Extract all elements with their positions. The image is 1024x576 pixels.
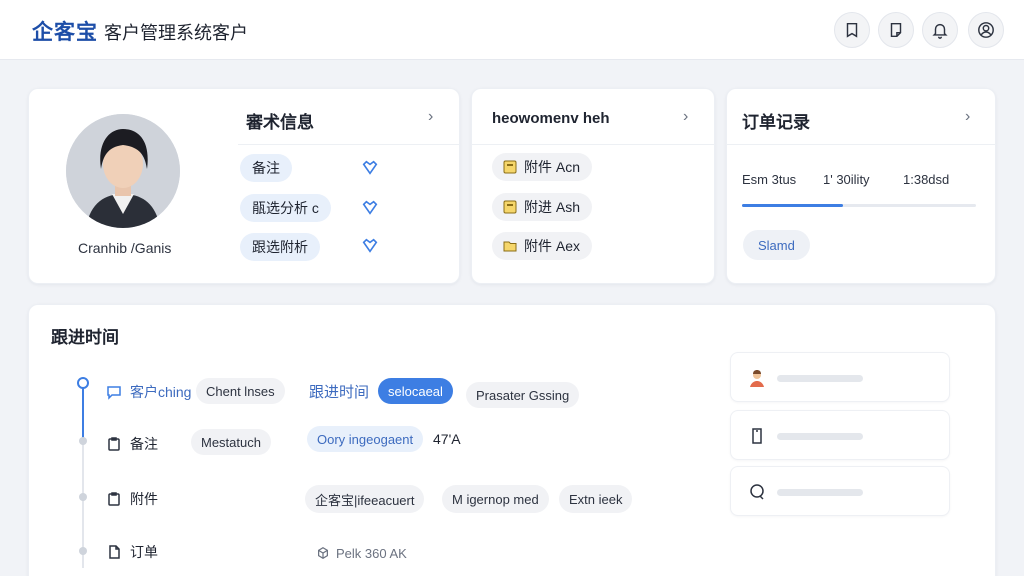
order-progress-bar (742, 204, 976, 207)
timeline-chip[interactable]: Prasater Gssing (466, 382, 580, 408)
order-card-title: 订单记录 (742, 113, 810, 132)
avatar (66, 114, 180, 228)
app-title: 客户管理系统客户 (104, 23, 248, 43)
timeline-item[interactable]: 企客宝|ifeeacuert (305, 485, 425, 513)
chat-icon (107, 386, 121, 400)
tag-note[interactable]: 备注 (240, 154, 292, 182)
box-icon (318, 547, 328, 559)
tag-analysis[interactable]: 瓹选分析 c (240, 194, 331, 222)
timeline-info-chip[interactable]: Oory ingeogaent (307, 426, 424, 452)
timeline-dot-active (77, 377, 89, 389)
contact-card[interactable] (730, 410, 950, 460)
timeline-dot (79, 493, 87, 501)
timeline-row-label[interactable]: 附件 (106, 489, 158, 509)
heart-icon[interactable] (361, 237, 379, 255)
attachments-card-title: heowomenv heh (492, 110, 610, 127)
user-icon[interactable] (968, 12, 1004, 48)
order-metric: 1:38dsd (903, 172, 950, 187)
heart-icon[interactable] (361, 199, 379, 217)
attachment-label: 附进 Ash (524, 199, 581, 215)
chevron-right-icon[interactable]: › (683, 108, 688, 126)
order-metric: 1' 30ility (823, 172, 870, 187)
order-progress-fill (742, 204, 843, 207)
person-icon (750, 370, 764, 387)
timeline-chip[interactable]: Mestatuch (191, 429, 271, 455)
chevron-right-icon[interactable]: › (965, 108, 970, 126)
timeline-dot (79, 547, 87, 555)
placeholder-bar (777, 433, 863, 440)
clipboard-icon (108, 492, 120, 506)
chevron-right-icon[interactable]: › (428, 108, 433, 126)
attachment-label: 附件 Aex (524, 238, 581, 254)
bell-icon[interactable] (922, 12, 958, 48)
attachment-item[interactable]: 附件 Aex (492, 232, 593, 260)
divider (238, 144, 460, 145)
attachment-item[interactable]: 附进 Ash (492, 193, 593, 221)
customer-name: Cranhib /Ganis (78, 240, 172, 256)
order-metric: Esm 3tus (742, 172, 797, 187)
file-icon (503, 160, 517, 174)
timeline-value: 47'A (433, 431, 461, 447)
tag-followup[interactable]: 跟选附析 (240, 233, 320, 261)
note-icon[interactable] (878, 12, 914, 48)
file-icon (503, 200, 517, 214)
timeline-item[interactable]: Pelk 360 AK (306, 540, 417, 566)
top-bar: 企客宝 客户管理系统客户 (0, 0, 1024, 60)
brand-logo[interactable]: 企客宝 (32, 16, 98, 46)
contact-card[interactable] (730, 466, 950, 516)
timeline-track-active (82, 383, 84, 438)
attachment-label: 附件 Acn (524, 159, 581, 175)
timeline-row-label[interactable]: 备注 (106, 434, 158, 454)
message-icon (750, 484, 764, 500)
timeline-active-chip[interactable]: selocaeal (378, 378, 453, 404)
timeline-row-label[interactable]: 订单 (106, 542, 158, 562)
bookmark-icon[interactable] (834, 12, 870, 48)
timeline-item[interactable]: Extn ieek (559, 485, 633, 513)
timeline-chip[interactable]: Chent lnses (196, 378, 285, 404)
attachment-item[interactable]: 附件 Acn (492, 153, 593, 181)
heart-icon[interactable] (361, 159, 379, 177)
divider (471, 144, 715, 145)
status-badge[interactable]: Slamd (743, 230, 810, 260)
divider (726, 144, 996, 145)
placeholder-bar (777, 489, 863, 496)
timeline-link[interactable]: 跟进时间 (309, 381, 369, 402)
timeline-title: 跟进时间 (51, 328, 119, 347)
timeline-dot (79, 437, 87, 445)
contact-card[interactable] (730, 352, 950, 402)
profile-card-title: 審术信息 (246, 113, 314, 132)
placeholder-bar (777, 375, 863, 382)
timeline-row-label[interactable]: 客户ching (106, 382, 191, 402)
clipboard-icon (108, 437, 120, 451)
phone-icon (752, 428, 762, 444)
document-icon (109, 545, 120, 559)
folder-icon (503, 241, 517, 252)
timeline-item[interactable]: M igernop med (442, 485, 549, 513)
